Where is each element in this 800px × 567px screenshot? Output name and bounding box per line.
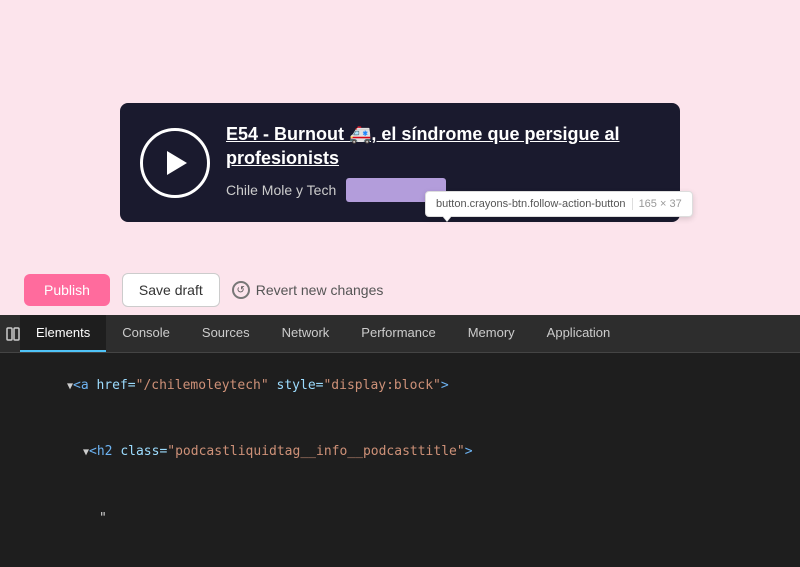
revert-label: Revert new changes — [256, 282, 384, 298]
code-line-3: " — [0, 486, 800, 552]
tab-sources[interactable]: Sources — [186, 315, 266, 352]
publish-button[interactable]: Publish — [24, 274, 110, 306]
card-author: Chile Mole y Tech — [226, 182, 336, 198]
card-info: E54 - Burnout 🚑, el síndrome que persigu… — [226, 123, 660, 202]
code-line-1[interactable]: ▼<a href="/chilemoleytech" style="displa… — [0, 353, 800, 419]
devtools-panel: Elements Console Sources Network Perform… — [0, 315, 800, 567]
save-draft-button[interactable]: Save draft — [122, 273, 220, 307]
code-line-2[interactable]: ▼<h2 class="podcastliquidtag__info__podc… — [0, 419, 800, 485]
tab-network[interactable]: Network — [266, 315, 346, 352]
tab-memory[interactable]: Memory — [452, 315, 531, 352]
devtools-tab-bar: Elements Console Sources Network Perform… — [0, 315, 800, 353]
card-title: E54 - Burnout 🚑, el síndrome que persigu… — [226, 123, 660, 170]
tab-performance[interactable]: Performance — [345, 315, 451, 352]
editor-toolbar: Publish Save draft ↺ Revert new changes — [0, 265, 800, 315]
tab-console[interactable]: Console — [106, 315, 186, 352]
podcast-card-preview: E54 - Burnout 🚑, el síndrome que persigu… — [120, 103, 680, 222]
tab-elements[interactable]: Elements — [20, 315, 106, 352]
revert-button[interactable]: ↺ Revert new changes — [232, 281, 384, 299]
tooltip-label: button.crayons-btn.follow-action-button — [436, 198, 626, 210]
page-editor-area: E54 - Burnout 🚑, el síndrome que persigu… — [0, 0, 800, 315]
play-button[interactable] — [140, 128, 210, 198]
revert-icon: ↺ — [232, 281, 250, 299]
element-tooltip: button.crayons-btn.follow-action-button … — [425, 191, 693, 217]
tooltip-size: 165 × 37 — [632, 198, 682, 210]
tab-application[interactable]: Application — [531, 315, 627, 352]
devtools-panel-toggle[interactable] — [0, 315, 20, 353]
devtools-elements-content: ▼<a href="/chilemoleytech" style="displa… — [0, 353, 800, 567]
code-line-4: Chile Mole y Tech " — [0, 552, 800, 567]
